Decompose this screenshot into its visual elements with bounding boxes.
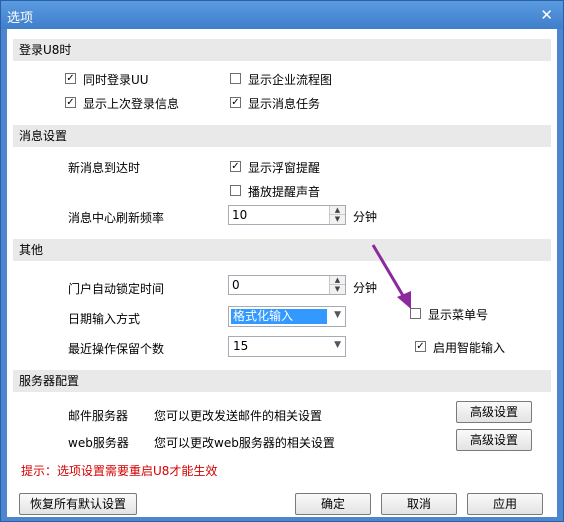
checkbox-label: 启用智能输入 bbox=[433, 341, 506, 355]
stepper-down-icon[interactable]: ▼ bbox=[329, 285, 345, 294]
checkbox-show-message-tasks[interactable]: ✓ bbox=[230, 97, 241, 108]
stepper-down-icon[interactable]: ▼ bbox=[329, 215, 345, 224]
dialog-body: 登录U8时 ✓ 同时登录UU 显示企业流程图 ✓ 显示上次登录信息 ✓ 显示消息… bbox=[7, 29, 557, 517]
checkbox-label: 同时登录UU bbox=[83, 73, 149, 87]
window-title: 选项 bbox=[7, 11, 34, 26]
section-login: 登录U8时 bbox=[13, 39, 551, 61]
checkbox-label: 显示消息任务 bbox=[248, 97, 321, 111]
checkbox-smart-input[interactable]: ✓ bbox=[415, 341, 426, 352]
title-bar[interactable]: 选项 ✕ bbox=[1, 1, 563, 29]
auto-lock-stepper[interactable]: 0 ▲ ▼ bbox=[228, 275, 346, 295]
auto-lock-label: 门户自动锁定时间 bbox=[68, 282, 165, 296]
chevron-down-icon[interactable]: ▼ bbox=[334, 340, 341, 350]
checkbox-last-login-info[interactable]: ✓ bbox=[65, 97, 76, 108]
section-server: 服务器配置 bbox=[13, 370, 551, 392]
apply-button[interactable]: 应用 bbox=[467, 493, 543, 515]
ok-button[interactable]: 确定 bbox=[295, 493, 371, 515]
unit-label: 分钟 bbox=[353, 210, 378, 224]
stepper-up-icon[interactable]: ▲ bbox=[329, 206, 345, 215]
select-value: 15 bbox=[233, 339, 249, 353]
stepper-value: 10 bbox=[232, 208, 248, 222]
checkbox-label: 显示企业流程图 bbox=[248, 73, 333, 87]
mail-server-label: 邮件服务器 bbox=[68, 409, 129, 423]
date-input-label: 日期输入方式 bbox=[68, 312, 141, 326]
checkbox-login-uu[interactable]: ✓ bbox=[65, 73, 76, 84]
section-other: 其他 bbox=[13, 239, 551, 261]
annotation-arrow-icon bbox=[371, 244, 411, 309]
checkbox-float-popup[interactable]: ✓ bbox=[230, 161, 241, 172]
options-dialog: 选项 ✕ 登录U8时 ✓ 同时登录UU 显示企业流程图 ✓ 显示上次登录信息 ✓… bbox=[0, 0, 564, 522]
chevron-down-icon[interactable]: ▼ bbox=[334, 310, 341, 320]
web-advanced-button[interactable]: 高级设置 bbox=[456, 429, 532, 451]
checkbox-label: 显示菜单号 bbox=[428, 308, 489, 322]
web-server-label: web服务器 bbox=[68, 436, 129, 450]
checkbox-label: 显示上次登录信息 bbox=[83, 97, 180, 111]
new-message-label: 新消息到达时 bbox=[68, 161, 141, 175]
stepper-value: 0 bbox=[232, 278, 240, 292]
section-message: 消息设置 bbox=[13, 125, 551, 147]
cancel-button[interactable]: 取消 bbox=[381, 493, 457, 515]
recent-ops-label: 最近操作保留个数 bbox=[68, 342, 165, 356]
checkbox-show-flowchart[interactable] bbox=[230, 73, 241, 84]
date-input-select[interactable]: 格式化输入 ▼ bbox=[228, 306, 346, 327]
mail-advanced-button[interactable]: 高级设置 bbox=[456, 401, 532, 423]
close-icon[interactable]: ✕ bbox=[540, 6, 553, 24]
select-value: 格式化输入 bbox=[231, 309, 327, 324]
checkbox-play-sound[interactable] bbox=[230, 185, 241, 196]
mail-server-desc: 您可以更改发送邮件的相关设置 bbox=[154, 409, 323, 423]
web-server-desc: 您可以更改web服务器的相关设置 bbox=[154, 436, 335, 450]
restart-hint: 提示：选项设置需要重启U8才能生效 bbox=[21, 464, 218, 478]
recent-ops-select[interactable]: 15 ▼ bbox=[228, 336, 346, 357]
checkbox-label: 播放提醒声音 bbox=[248, 185, 321, 199]
stepper-up-icon[interactable]: ▲ bbox=[329, 276, 345, 285]
checkbox-label: 显示浮窗提醒 bbox=[248, 161, 321, 175]
restore-defaults-button[interactable]: 恢复所有默认设置 bbox=[19, 493, 137, 515]
refresh-frequency-label: 消息中心刷新频率 bbox=[68, 211, 165, 225]
refresh-frequency-stepper[interactable]: 10 ▲ ▼ bbox=[228, 205, 346, 225]
